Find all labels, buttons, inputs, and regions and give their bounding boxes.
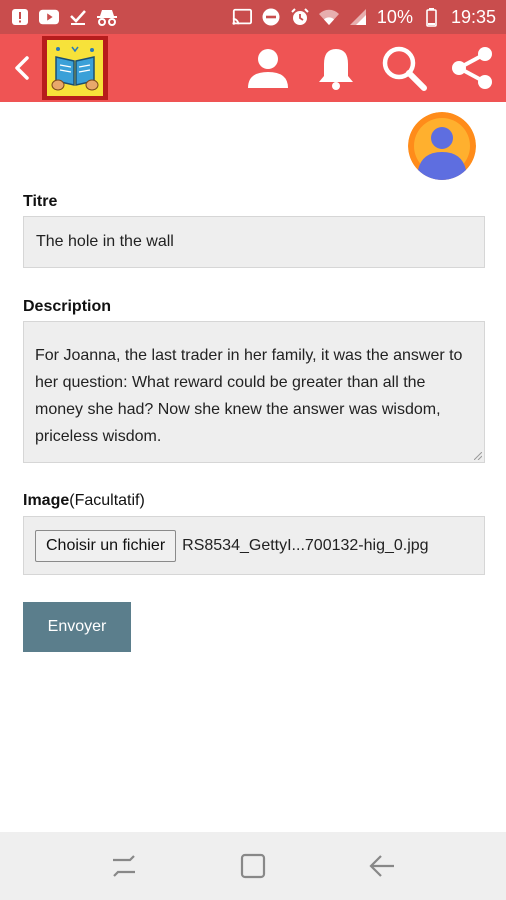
share-button[interactable] (448, 44, 496, 92)
youtube-icon (39, 7, 59, 27)
app-logo[interactable] (42, 36, 108, 100)
clock: 19:35 (450, 6, 496, 27)
back-button[interactable] (2, 34, 42, 102)
search-button[interactable] (380, 44, 428, 92)
home-icon (240, 853, 266, 879)
toolbar-actions (244, 44, 496, 92)
recents-button[interactable] (100, 842, 148, 890)
battery-icon (422, 7, 442, 27)
share-icon (452, 47, 492, 89)
do-not-disturb-icon (261, 7, 281, 27)
download-done-icon (68, 7, 88, 27)
image-label-text: Image (23, 492, 70, 509)
title-field[interactable]: The hole in the wall (23, 216, 485, 268)
description-field[interactable]: For Joanna, the last trader in her famil… (23, 321, 485, 463)
avatar[interactable] (408, 112, 476, 180)
file-input: Choisir un fichier RS8534_GettyI...70013… (23, 516, 485, 575)
title-label: Titre (23, 193, 58, 210)
image-optional-text: (Facultatif) (69, 492, 145, 509)
navigation-bar (0, 832, 506, 900)
signal-icon (348, 7, 368, 27)
back-arrow-icon (369, 855, 394, 877)
image-label: Image(Facultatif) (23, 492, 145, 510)
incognito-icon (97, 7, 117, 27)
book-reading-icon (47, 40, 103, 96)
profile-button[interactable] (244, 44, 292, 92)
back-icon (15, 56, 29, 80)
recents-icon (113, 855, 136, 877)
wifi-icon (318, 7, 339, 27)
alarm-icon (290, 7, 310, 27)
user-icon (248, 49, 288, 88)
battery-percent: 10% (376, 6, 413, 27)
home-button[interactable] (229, 842, 277, 890)
submit-button[interactable]: Envoyer (23, 602, 131, 652)
avatar-user-icon (408, 112, 476, 180)
resize-grip-icon[interactable] (474, 452, 482, 460)
app-bar (0, 34, 506, 102)
search-icon (382, 46, 427, 91)
description-label: Description (23, 298, 112, 315)
alert-icon (10, 7, 30, 27)
status-left-icons (10, 7, 117, 27)
file-name: RS8534_GettyI...700132-hig_0.jpg (182, 536, 429, 554)
description-text: For Joanna, the last trader in her famil… (35, 347, 463, 445)
notifications-button[interactable] (312, 44, 360, 92)
cast-icon (232, 7, 252, 27)
status-bar: 10% 19:35 (0, 0, 506, 34)
status-right-icons: 10% 19:35 (232, 7, 496, 28)
choose-file-button[interactable]: Choisir un fichier (35, 529, 177, 562)
bell-icon (319, 49, 353, 90)
nav-back-button[interactable] (358, 842, 406, 890)
